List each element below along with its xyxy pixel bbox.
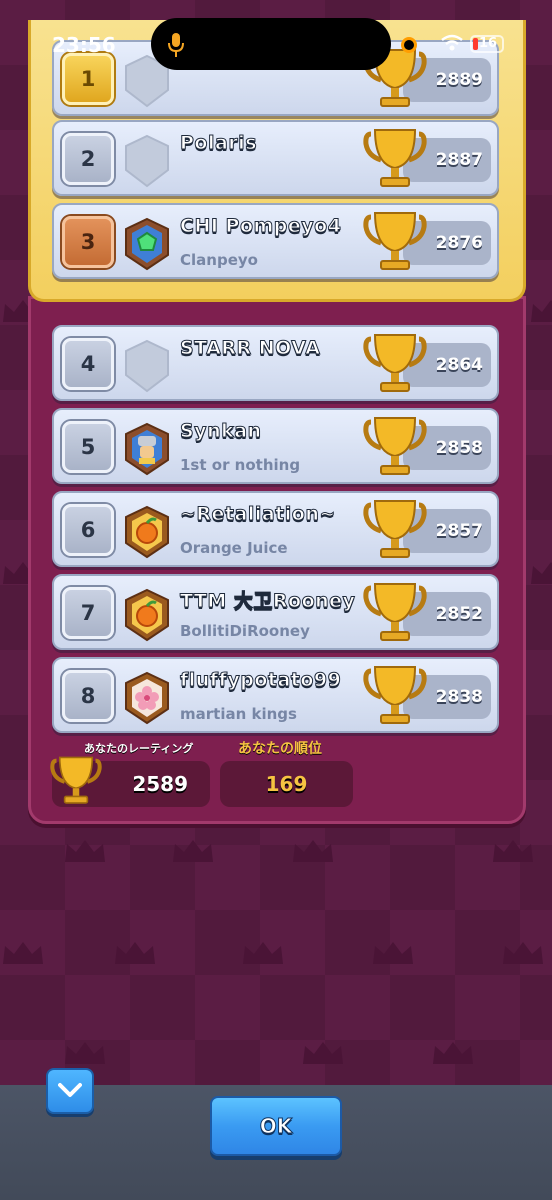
crown-decoration-icon — [303, 1042, 343, 1064]
clan-badge-icon — [125, 588, 169, 642]
clan-badge-icon — [125, 505, 169, 559]
crown-decoration-icon — [503, 942, 543, 964]
crown-decoration-icon — [65, 840, 105, 862]
crown-decoration-icon — [115, 942, 155, 964]
clan-name: Clanpeyo — [180, 251, 258, 269]
rank-number: 8 — [62, 670, 114, 722]
player-name: Polaris — [179, 132, 258, 155]
my-rating-value: 2589 — [132, 772, 188, 796]
scroll-down-button[interactable] — [46, 1068, 94, 1114]
rank-number: 6 — [62, 504, 114, 556]
trophy-icon — [363, 129, 427, 187]
camera-indicator-icon — [401, 37, 417, 53]
battery-level: 16 — [479, 36, 498, 51]
clan-name: martian kings — [180, 705, 297, 723]
clan-badge-icon — [125, 134, 169, 188]
leaderboard-row[interactable]: 5 Synkan 1st or nothing 2858 — [52, 408, 499, 484]
player-name: TTM 大卫Rooney — [179, 590, 356, 613]
crown-decoration-icon — [493, 840, 533, 862]
chevron-down-icon — [58, 1083, 82, 1097]
rank-number: 5 — [62, 421, 114, 473]
clan-name: Orange Juice — [180, 539, 288, 557]
player-name: Synkan — [180, 420, 262, 443]
clan-badge-icon — [125, 217, 169, 271]
status-time: 23:56 — [52, 33, 116, 57]
leaderboard-row[interactable]: 7 TTM 大卫Rooney BollitiDiRooney 2852 — [52, 574, 499, 650]
clan-name: BollitiDiRooney — [180, 622, 310, 640]
my-rank-box: 169 — [220, 761, 353, 807]
trophy-icon — [363, 583, 427, 641]
microphone-icon — [168, 33, 184, 57]
player-name: ~Retaliation~ — [180, 503, 336, 526]
dynamic-island — [151, 18, 391, 70]
player-name: CHI Pompeyo4 — [179, 215, 342, 238]
clan-badge-icon — [125, 339, 169, 393]
crown-decoration-icon — [65, 1042, 105, 1064]
my-rank-label: あなたの順位 — [238, 741, 322, 757]
rank-number: 7 — [62, 587, 114, 639]
wifi-icon — [441, 34, 463, 51]
trophy-icon — [363, 666, 427, 724]
crown-decoration-icon — [243, 942, 283, 964]
crown-decoration-icon — [531, 562, 552, 584]
trophy-icon — [363, 334, 427, 392]
crown-decoration-icon — [433, 1042, 473, 1064]
crown-decoration-icon — [293, 840, 333, 862]
leaderboard-row[interactable]: 6 ~Retaliation~ Orange Juice 2857 — [52, 491, 499, 567]
clan-badge-icon — [125, 671, 169, 725]
leaderboard-row[interactable]: 8 fluffypotato99 martian kings 2838 — [52, 657, 499, 733]
clan-badge-icon — [125, 422, 169, 476]
ok-button[interactable]: OK — [210, 1096, 342, 1156]
rank-number: 3 — [62, 216, 114, 268]
leaderboard-row[interactable]: 4 STARR NOVA 2864 — [52, 325, 499, 401]
clan-name: 1st or nothing — [180, 456, 301, 474]
status-bar: 23:56 16 — [0, 0, 552, 70]
player-name: STARR NOVA — [179, 337, 321, 360]
battery-icon: 16 — [470, 35, 504, 53]
rank-number: 4 — [62, 338, 114, 390]
trophy-icon — [363, 417, 427, 475]
my-rank-value: 169 — [265, 772, 308, 796]
trophy-icon — [363, 500, 427, 558]
player-name: fluffypotato99 — [179, 669, 342, 692]
crown-decoration-icon — [373, 942, 413, 964]
leaderboard-row[interactable]: 2 Polaris 2887 — [52, 120, 499, 196]
rank-number: 2 — [62, 133, 114, 185]
crown-decoration-icon — [173, 840, 213, 862]
rank-number: 1 — [62, 53, 114, 105]
leaderboard-row[interactable]: 3 CHI Pompeyo4 Clanpeyo 2876 — [52, 203, 499, 279]
trophy-icon — [50, 756, 102, 804]
crown-decoration-icon — [3, 942, 43, 964]
trophy-icon — [363, 212, 427, 270]
crown-decoration-icon — [531, 300, 552, 322]
